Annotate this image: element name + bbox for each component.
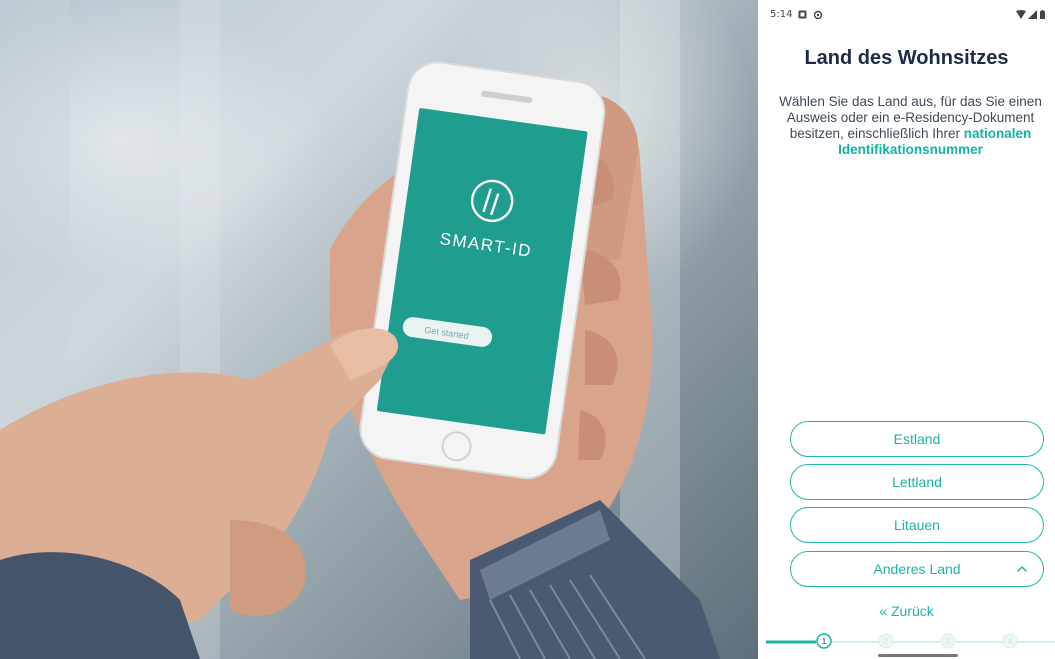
chevron-up-icon	[1017, 566, 1027, 572]
other-country-label: Anderes Land	[873, 561, 961, 577]
other-country-button[interactable]: Anderes Land	[790, 551, 1044, 587]
country-selection-panel: 5:14 Land des Wohnsitzes Wählen Sie das …	[758, 0, 1055, 659]
country-button-lettland[interactable]: Lettland	[790, 464, 1044, 500]
home-indicator	[878, 654, 958, 657]
back-button[interactable]: « Zurück	[758, 603, 1055, 619]
battery-icon	[1040, 10, 1045, 19]
wifi-icon	[1016, 10, 1026, 19]
settings-icon	[813, 10, 823, 20]
country-label: Lettland	[892, 474, 942, 490]
page-description: Wählen Sie das Land aus, für das Sie ein…	[778, 94, 1043, 158]
page-title: Land des Wohnsitzes	[804, 47, 1009, 69]
step-3-label: 3	[946, 637, 951, 646]
hands-holding-phone-illustration: SMART-ID Get started	[0, 0, 720, 659]
signal-icon	[1028, 10, 1037, 19]
status-time: 5:14	[770, 9, 793, 20]
hero-image: SMART-ID Get started	[0, 0, 758, 659]
country-button-estland[interactable]: Estland	[790, 421, 1044, 457]
country-button-litauen[interactable]: Litauen	[790, 507, 1044, 543]
country-label: Estland	[893, 431, 941, 447]
notification-icon	[798, 10, 807, 19]
step-2-label: 2	[884, 637, 889, 646]
country-label: Litauen	[894, 517, 940, 533]
step-4-label: 4	[1008, 637, 1013, 646]
step-1-label: 1	[822, 637, 827, 646]
progress-stepper: 1 2 3 4	[766, 633, 1055, 649]
status-bar: 5:14	[758, 0, 1055, 30]
